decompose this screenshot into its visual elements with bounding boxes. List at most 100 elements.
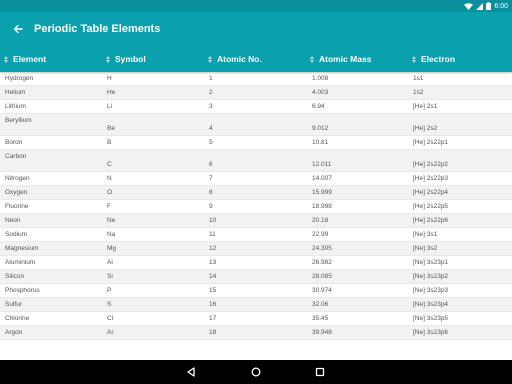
- cell-symbol: F: [107, 203, 111, 210]
- cell-electron: [Ne] 3s23p2: [413, 273, 449, 280]
- cell-symbol: N: [107, 175, 112, 182]
- sort-icon: [309, 55, 315, 63]
- cell-atomic-number: 3: [209, 103, 213, 110]
- cell-symbol: Ne: [107, 217, 116, 224]
- cell-atomic-mass: 12.011: [312, 161, 332, 168]
- cell-atomic-mass: 20.18: [312, 217, 329, 224]
- cell-element: Argon: [5, 329, 23, 336]
- cell-symbol: S: [107, 301, 112, 308]
- wifi-icon: [464, 2, 474, 10]
- cell-symbol: Al: [107, 259, 113, 266]
- cell-atomic-mass: 22.99: [312, 231, 329, 238]
- table-row[interactable]: Neon Ne 10 20.18 [He] 2s22p6: [0, 214, 512, 228]
- cell-element: Chlorine: [5, 315, 30, 322]
- nav-back-button[interactable]: [183, 364, 199, 380]
- column-header-electron[interactable]: Electron: [411, 46, 455, 72]
- column-header-atomic-number[interactable]: Atomic No.: [207, 46, 262, 72]
- cell-symbol: He: [107, 89, 116, 96]
- cell-electron: [He] 2s22p1: [413, 139, 449, 146]
- cell-atomic-mass: 18.998: [312, 203, 332, 210]
- signal-icon: [476, 2, 484, 10]
- cell-atomic-number: 11: [209, 231, 216, 238]
- column-header-element[interactable]: Element: [3, 46, 46, 72]
- table-row[interactable]: Magnesium Mg 12 24.305 [Ne] 3s2: [0, 242, 512, 256]
- cell-element: Hydrogen: [5, 75, 34, 82]
- cell-atomic-number: 6: [209, 161, 213, 168]
- cell-element: Silicon: [5, 273, 25, 280]
- cell-element: Nitrogen: [5, 175, 30, 182]
- cell-electron: [Ne] 3s23p3: [413, 287, 449, 294]
- sort-icon: [105, 55, 111, 63]
- cell-atomic-mass: 9.012: [312, 125, 329, 132]
- cell-atomic-mass: 6.94: [312, 103, 325, 110]
- cell-atomic-number: 13: [209, 259, 217, 266]
- cell-element: Neon: [5, 217, 21, 224]
- status-bar: 6:00: [0, 0, 512, 12]
- cell-element: Sulfur: [5, 301, 22, 308]
- table-row[interactable]: Carbon C 6 12.011 [He] 2s22p2: [0, 150, 512, 172]
- cell-element: Magnesium: [5, 245, 39, 252]
- cell-element: Lithium: [5, 103, 26, 110]
- cell-electron: 1s2: [413, 89, 424, 96]
- table-row[interactable]: Chlorine Cl 17 35.45 [Ne] 3s23p5: [0, 312, 512, 326]
- column-header-symbol[interactable]: Symbol: [105, 46, 146, 72]
- home-circle-icon: [251, 367, 261, 377]
- cell-atomic-mass: 10.81: [312, 139, 329, 146]
- cell-element: Fluorine: [5, 203, 29, 210]
- table-row[interactable]: Nitrogen N 7 14.007 [He] 2s22p3: [0, 172, 512, 186]
- table-row[interactable]: Aluminium Al 13 26.982 [Ne] 3s23p1: [0, 256, 512, 270]
- back-button[interactable]: [8, 19, 28, 39]
- sort-icon: [3, 55, 9, 63]
- table-row[interactable]: Lithium Li 3 6.94 [He] 2s1: [0, 100, 512, 114]
- cell-symbol: B: [107, 139, 112, 146]
- app-screen: 6:00 Periodic Table Elements Element Symb…: [0, 0, 512, 384]
- table-row[interactable]: Phosphorus P 15 30.974 [Ne] 3s23p3: [0, 284, 512, 298]
- table-row[interactable]: Fluorine F 9 18.998 [He] 2s22p5: [0, 200, 512, 214]
- cell-electron: [He] 2s22p2: [413, 161, 449, 168]
- table-body[interactable]: Hydrogen H 1 1.008 1s1 Helium He 2 4.003 1s2 Lithi…: [0, 72, 512, 360]
- cell-atomic-mass: 4.003: [312, 89, 329, 96]
- battery-icon: [486, 2, 492, 10]
- cell-electron: [Ne] 3s23p6: [413, 329, 449, 336]
- cell-electron: [Ne] 3s2: [413, 245, 438, 252]
- cell-electron: [Ne] 3s23p1: [413, 259, 449, 266]
- table-header: Element Symbol Atomic No. Atomic Mass Electr…: [0, 46, 512, 72]
- cell-symbol: Be: [107, 125, 115, 132]
- column-header-label: Atomic Mass: [319, 54, 372, 64]
- cell-atomic-number: 15: [209, 287, 217, 294]
- app-bar: Periodic Table Elements: [0, 12, 512, 46]
- table-row[interactable]: Argon Ar 18 39.948 [Ne] 3s23p6: [0, 326, 512, 340]
- cell-element: Sodium: [5, 231, 28, 238]
- nav-home-button[interactable]: [248, 364, 264, 380]
- cell-symbol: Mg: [107, 245, 117, 252]
- table-row[interactable]: Hydrogen H 1 1.008 1s1: [0, 72, 512, 86]
- cell-electron: [He] 2s22p4: [413, 189, 449, 196]
- cell-atomic-number: 5: [209, 139, 213, 146]
- cell-symbol: C: [107, 161, 112, 168]
- table-row[interactable]: Sodium Na 11 22.99 [Ne] 3s1: [0, 228, 512, 242]
- cell-atomic-number: 9: [209, 203, 213, 210]
- column-header-label: Symbol: [115, 54, 146, 64]
- cell-electron: [He] 2s1: [413, 103, 438, 110]
- table-row[interactable]: Silicon Si 14 28.085 [Ne] 3s23p2: [0, 270, 512, 284]
- cell-atomic-number: 14: [209, 273, 217, 280]
- table-row[interactable]: Beryllium Be 4 9.012 [He] 2s2: [0, 114, 512, 136]
- table-row[interactable]: Oxygen O 8 15.999 [He] 2s22p4: [0, 186, 512, 200]
- cell-atomic-mass: 15.999: [312, 189, 332, 196]
- table-row[interactable]: Helium He 2 4.003 1s2: [0, 86, 512, 100]
- cell-atomic-mass: 28.085: [312, 273, 332, 280]
- cell-atomic-number: 17: [209, 315, 217, 322]
- status-icons: 6:00: [464, 0, 508, 12]
- navigation-bar: [0, 360, 512, 384]
- column-header-atomic-mass[interactable]: Atomic Mass: [309, 46, 371, 72]
- table-row[interactable]: Boron B 5 10.81 [He] 2s22p1: [0, 136, 512, 150]
- cell-atomic-number: 7: [209, 175, 213, 182]
- cell-symbol: H: [107, 75, 112, 82]
- cell-atomic-number: 10: [209, 217, 217, 224]
- cell-symbol: P: [107, 287, 112, 294]
- nav-recents-button[interactable]: [312, 364, 328, 380]
- table-row[interactable]: Sulfur S 16 32.06 [Ne] 3s23p4: [0, 298, 512, 312]
- cell-atomic-mass: 1.008: [312, 75, 329, 82]
- cell-element: Oxygen: [5, 189, 28, 196]
- cell-element: Helium: [5, 89, 26, 96]
